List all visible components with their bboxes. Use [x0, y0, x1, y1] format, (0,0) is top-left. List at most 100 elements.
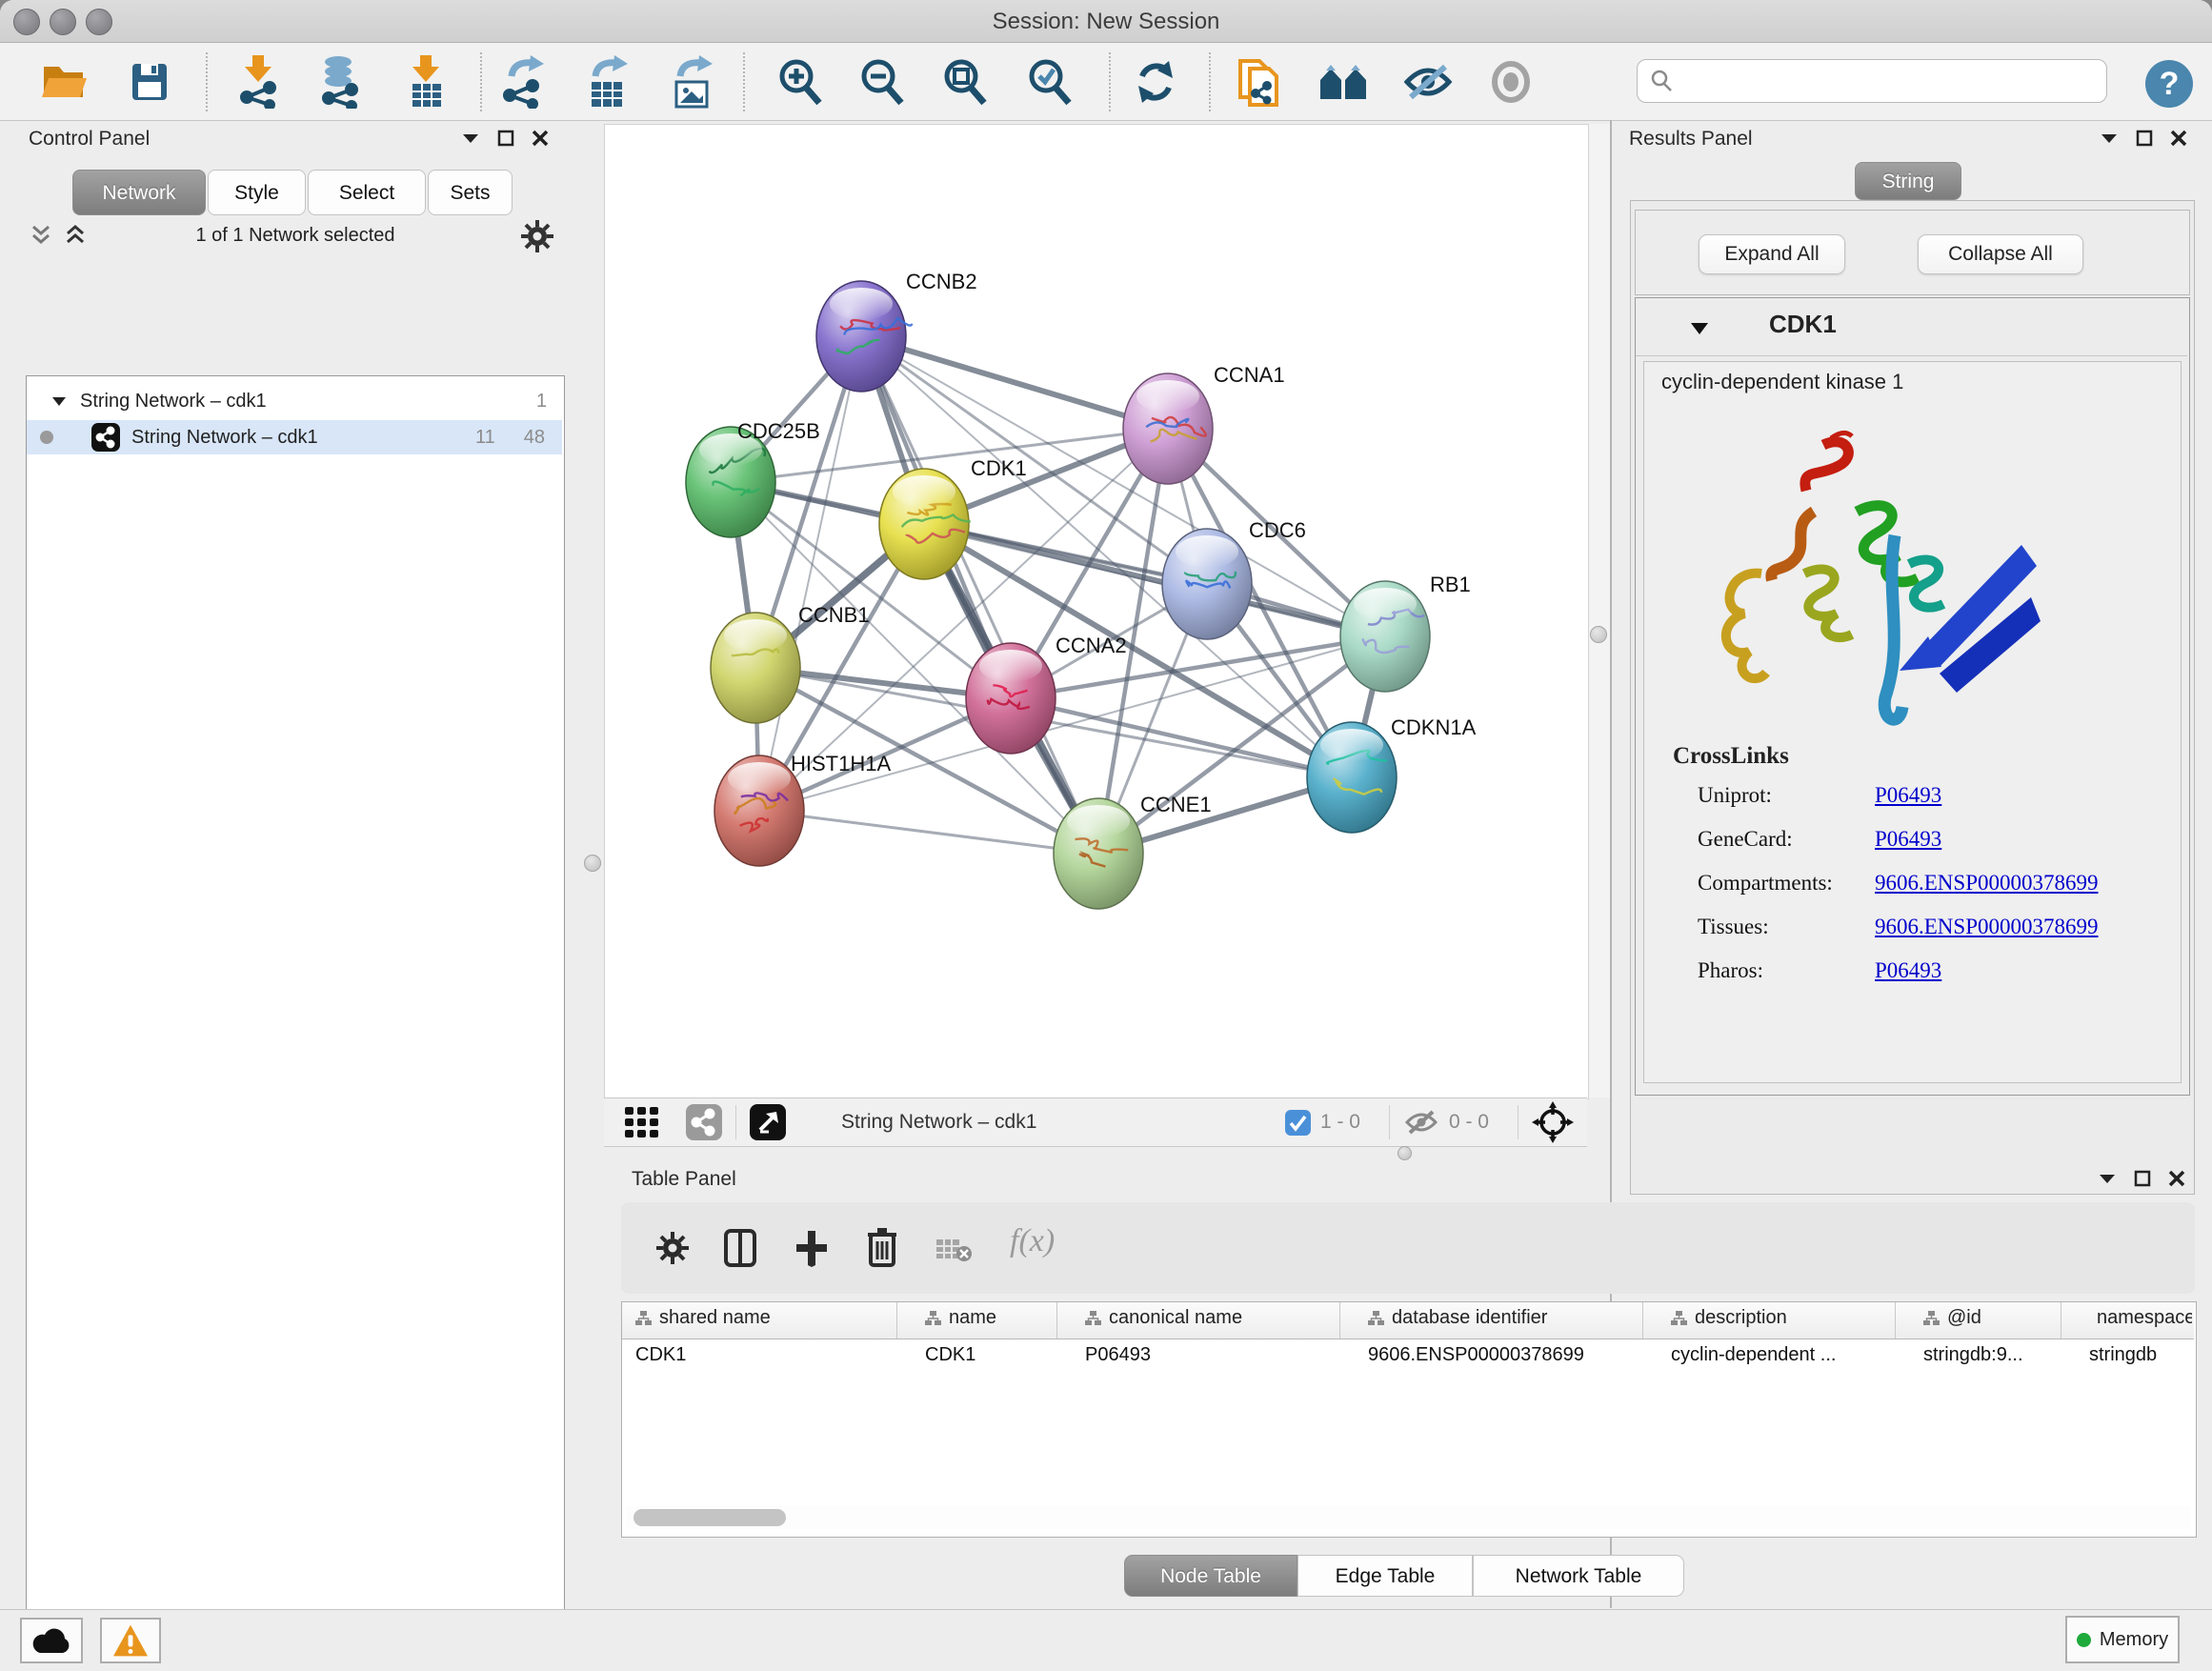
- birdseye-crosshair-icon[interactable]: [1532, 1101, 1574, 1143]
- expand-all-button[interactable]: Expand All: [1699, 234, 1845, 274]
- zoom-selected-icon[interactable]: [1022, 54, 1077, 110]
- network-node-CCNA2[interactable]: CCNA2: [966, 634, 1127, 754]
- float-panel-icon[interactable]: [2098, 1172, 2117, 1185]
- search-input[interactable]: [1674, 69, 2087, 93]
- crosslink-genecard-link[interactable]: P06493: [1875, 827, 1941, 852]
- search-field[interactable]: [1637, 59, 2107, 103]
- float-panel-icon[interactable]: [2100, 131, 2119, 145]
- network-edge-CCNB2-CCNE1[interactable]: [861, 336, 1098, 854]
- cloud-sync-button[interactable]: [20, 1618, 83, 1663]
- network-node-CCNE1[interactable]: CCNE1: [1054, 793, 1212, 909]
- save-session-icon[interactable]: [122, 54, 177, 110]
- import-network-from-database-icon[interactable]: [311, 54, 366, 110]
- network-node-CDK1[interactable]: CDK1: [879, 456, 1027, 579]
- control-panel-title: Control Panel: [29, 128, 150, 151]
- network-edge-HIST1H1A-CCNE1[interactable]: [759, 811, 1098, 854]
- crosslink-uniprot-link[interactable]: P06493: [1875, 783, 1941, 808]
- delete-column-icon[interactable]: [867, 1227, 897, 1267]
- detach-view-icon[interactable]: [750, 1104, 786, 1140]
- network-options-gear-icon[interactable]: [520, 219, 554, 253]
- collapse-all-icon[interactable]: [29, 223, 53, 248]
- crosslink-pharos-link[interactable]: P06493: [1875, 958, 1941, 983]
- collapse-all-button[interactable]: Collapse All: [1918, 234, 2083, 274]
- selected-checkbox-icon[interactable]: [1285, 1110, 1311, 1136]
- memory-button[interactable]: Memory: [2065, 1616, 2180, 1663]
- tab-style[interactable]: Style: [208, 170, 306, 215]
- column-header-description[interactable]: description: [1671, 1307, 1885, 1329]
- network-node-CCNB2[interactable]: CCNB2: [816, 270, 977, 392]
- close-panel-icon[interactable]: [2168, 1170, 2185, 1187]
- network-node-RB1[interactable]: RB1: [1340, 573, 1471, 692]
- open-session-icon[interactable]: [37, 54, 92, 110]
- table-hscrollbar[interactable]: [626, 1506, 2190, 1529]
- export-network-icon[interactable]: [495, 54, 551, 110]
- column-header-shared-name[interactable]: shared name: [635, 1307, 891, 1329]
- tab-select[interactable]: Select: [308, 170, 426, 215]
- vertical-splitter-grip[interactable]: [584, 855, 601, 872]
- network-view-icon[interactable]: [686, 1104, 722, 1140]
- import-table-icon[interactable]: [398, 54, 453, 110]
- maximize-panel-icon[interactable]: [2134, 1170, 2151, 1187]
- zoom-out-icon[interactable]: [855, 54, 910, 110]
- nav-separator: [735, 1105, 736, 1139]
- tab-edge-table[interactable]: Edge Table: [1297, 1555, 1473, 1597]
- crosslink-compartments-link[interactable]: 9606.ENSP00000378699: [1875, 871, 2099, 896]
- export-table-icon[interactable]: [579, 54, 634, 110]
- hidden-eye-icon[interactable]: [1403, 1108, 1439, 1137]
- zoom-in-icon[interactable]: [773, 54, 828, 110]
- table-options-gear-icon[interactable]: [655, 1231, 690, 1265]
- crosslink-label: Uniprot:: [1698, 783, 1772, 808]
- column-header-canonical-name[interactable]: canonical name: [1085, 1307, 1333, 1329]
- clone-network-icon[interactable]: [1232, 54, 1287, 110]
- add-column-icon[interactable]: [794, 1229, 829, 1267]
- memory-label: Memory: [2100, 1629, 2168, 1651]
- tab-network[interactable]: Network: [72, 170, 206, 215]
- warnings-button[interactable]: [100, 1618, 161, 1663]
- tab-sets[interactable]: Sets: [428, 170, 513, 215]
- hscrollbar-thumb[interactable]: [633, 1509, 786, 1526]
- hide-selected-icon[interactable]: [1400, 54, 1456, 110]
- show-all-icon[interactable]: [1483, 54, 1538, 110]
- string-network-icon: [91, 423, 120, 452]
- column-header-database-identifier[interactable]: database identifier: [1368, 1307, 1635, 1329]
- expand-all-icon[interactable]: [63, 223, 88, 248]
- network-canvas[interactable]: CCNB2CCNA1CDC25BCDK1CDC6RB1CCNB1CCNA2CDK…: [604, 124, 1589, 1099]
- tab-network-table[interactable]: Network Table: [1473, 1555, 1684, 1597]
- maximize-panel-icon[interactable]: [497, 130, 514, 147]
- gene-collapse-icon[interactable]: [1689, 321, 1710, 336]
- float-panel-icon[interactable]: [461, 131, 480, 145]
- node-gloss: [724, 619, 787, 652]
- help-icon[interactable]: ?: [2142, 56, 2197, 111]
- results-splitter-grip[interactable]: [1590, 626, 1607, 643]
- network-row-selected[interactable]: String Network – cdk1 11 48: [27, 420, 562, 454]
- close-panel-icon[interactable]: [2170, 130, 2187, 147]
- network-node-CDKN1A[interactable]: CDKN1A: [1307, 715, 1477, 833]
- export-image-icon[interactable]: [664, 54, 719, 110]
- crosslinks-heading: CrossLinks: [1673, 743, 1789, 770]
- table-row[interactable]: CDK1 CDK1 P06493 9606.ENSP00000378699 cy…: [622, 1339, 2194, 1375]
- crosslink-tissues-link[interactable]: 9606.ENSP00000378699: [1875, 915, 2099, 939]
- close-panel-icon[interactable]: [532, 130, 549, 147]
- network-node-HIST1H1A[interactable]: HIST1H1A: [714, 752, 891, 866]
- column-header-namespace[interactable]: namespace: [2089, 1307, 2192, 1329]
- column-header-id[interactable]: @id: [1923, 1307, 2052, 1329]
- network-collection-row[interactable]: String Network – cdk1 1: [27, 384, 562, 418]
- collection-expand-icon[interactable]: [51, 395, 67, 407]
- first-neighbors-icon[interactable]: [1317, 54, 1372, 110]
- import-network-icon[interactable]: [231, 54, 286, 110]
- select-columns-icon[interactable]: [724, 1229, 756, 1267]
- column-header-name[interactable]: name: [925, 1307, 1049, 1329]
- tab-string[interactable]: String: [1855, 162, 1961, 200]
- grid-view-icon[interactable]: [625, 1107, 665, 1137]
- zoom-fit-icon[interactable]: [937, 54, 993, 110]
- network-edge-CCNB2-HIST1H1A[interactable]: [759, 336, 861, 811]
- network-node-CDC25B[interactable]: CDC25B: [686, 419, 820, 537]
- cell-id: stringdb:9...: [1923, 1344, 2052, 1366]
- network-edge-CCNB2-CCNA1[interactable]: [861, 336, 1168, 429]
- protein-structure-image: [1671, 421, 2042, 755]
- refresh-layout-icon[interactable]: [1128, 54, 1183, 110]
- tab-node-table[interactable]: Node Table: [1124, 1555, 1297, 1597]
- maximize-panel-icon[interactable]: [2136, 130, 2153, 147]
- crosslink-label: Tissues:: [1698, 915, 1769, 939]
- title-bar: Session: New Session: [0, 0, 2212, 43]
